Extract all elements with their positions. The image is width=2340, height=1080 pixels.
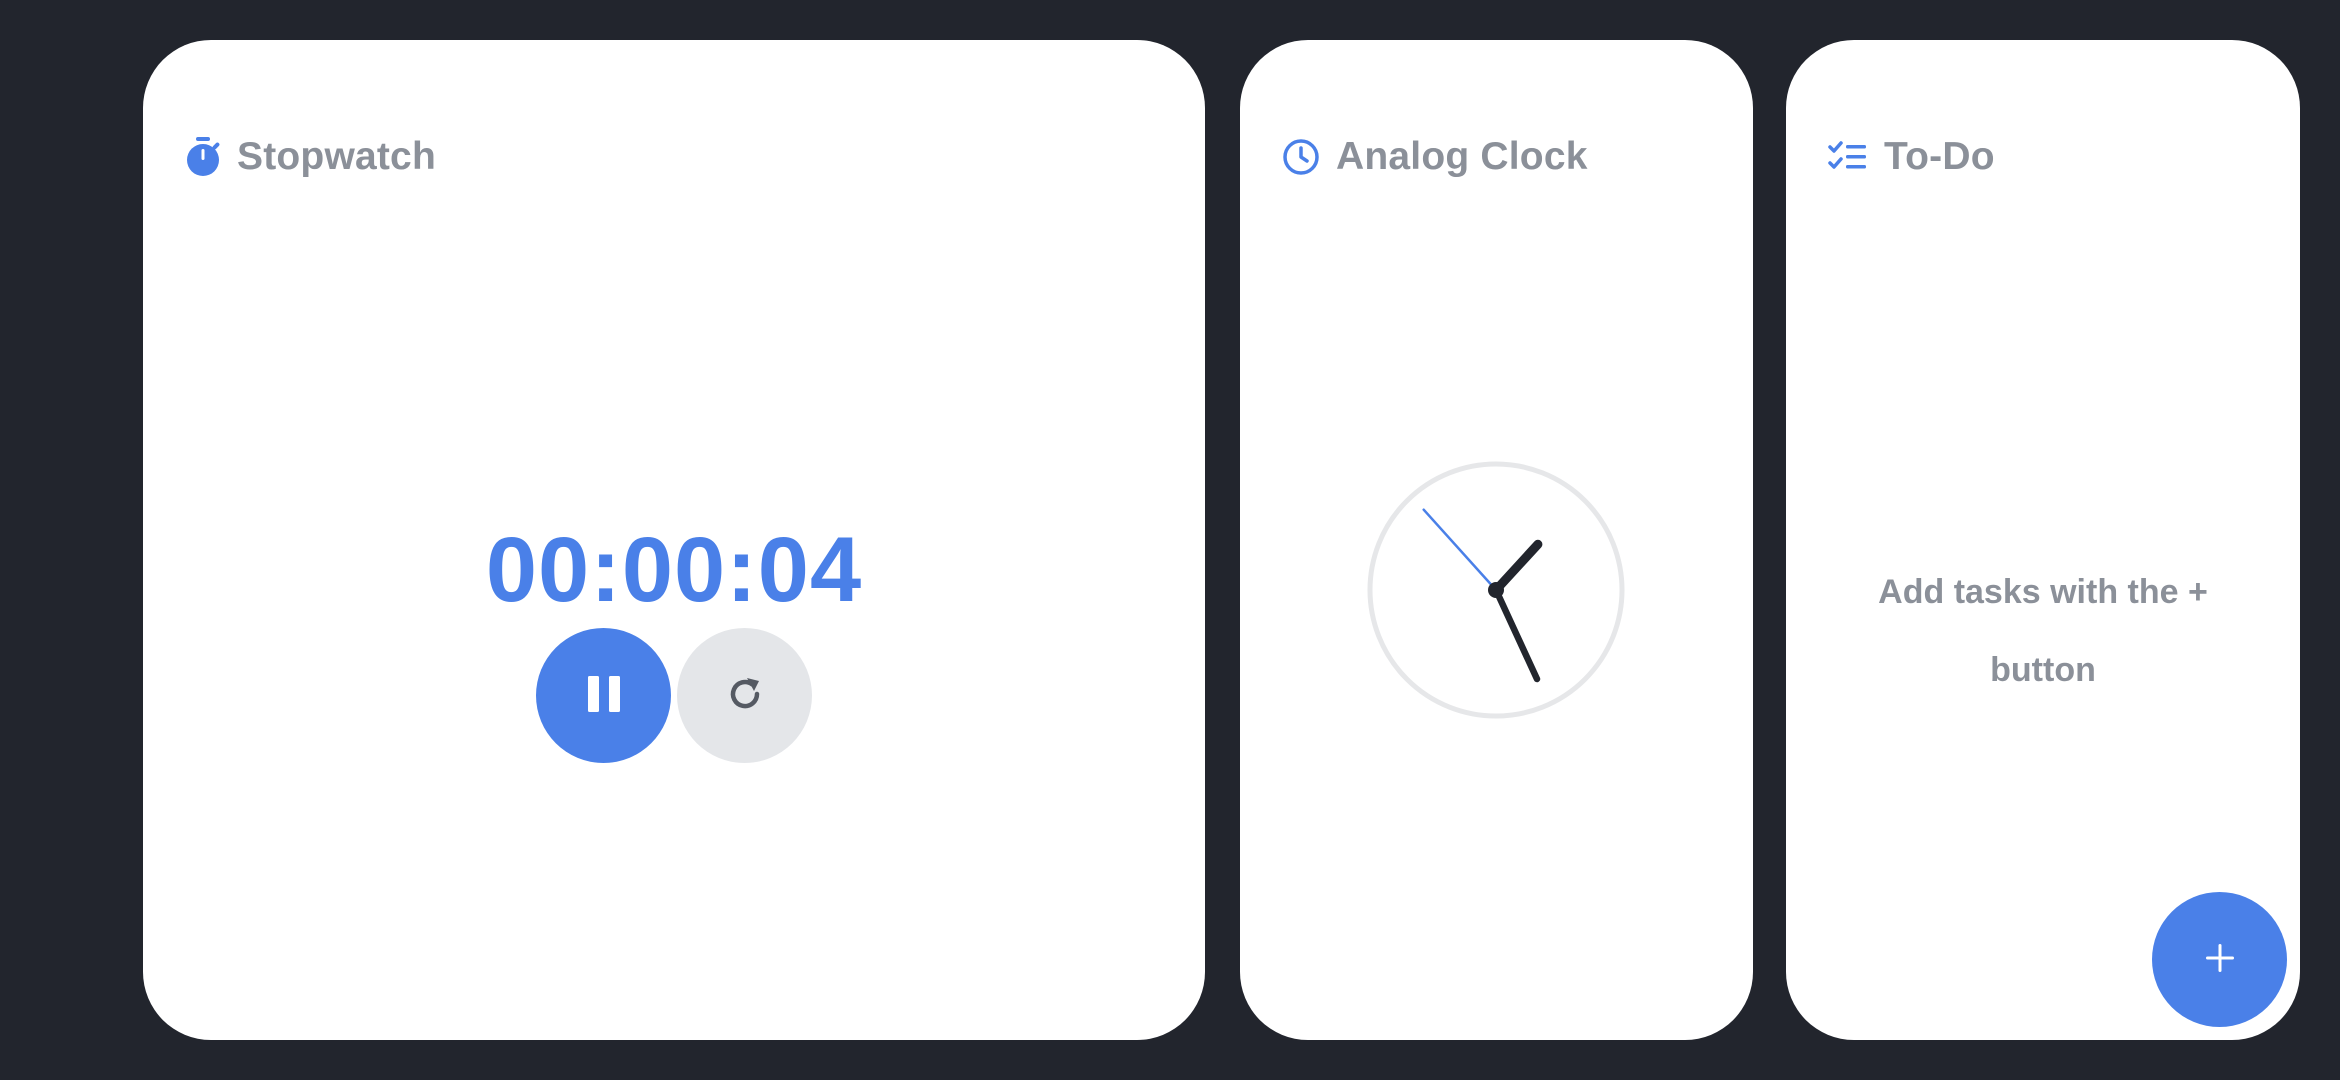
todo-empty-message: Add tasks with the + button [1878, 573, 2208, 689]
clock-center-pin [1488, 582, 1504, 598]
reset-button[interactable] [677, 628, 812, 763]
stopwatch-card: Stopwatch 00:00:04 [143, 40, 1205, 1040]
plus-icon [2203, 941, 2237, 978]
clock-icon [1282, 138, 1320, 176]
clock-card: Analog Clock [1240, 40, 1753, 1040]
stopwatch-icon [185, 137, 221, 177]
clock-title: Analog Clock [1336, 135, 1588, 178]
clock-header: Analog Clock [1282, 135, 1588, 179]
pause-button[interactable] [536, 628, 671, 763]
stopwatch-header: Stopwatch [185, 135, 436, 179]
todo-card: To-Do Add tasks with the + button [1786, 40, 2300, 1040]
reset-icon [723, 672, 767, 719]
stopwatch-title: Stopwatch [237, 135, 436, 178]
stopwatch-controls [536, 628, 812, 763]
stopwatch-time: 00:00:04 [485, 519, 863, 621]
checklist-icon [1828, 140, 1868, 174]
add-task-button[interactable] [2152, 892, 2287, 1027]
todo-title: To-Do [1884, 135, 1995, 178]
pause-icon [586, 674, 622, 717]
analog-clock-face [1366, 460, 1626, 725]
clock-svg [1367, 461, 1625, 719]
todo-header: To-Do [1828, 135, 1995, 179]
